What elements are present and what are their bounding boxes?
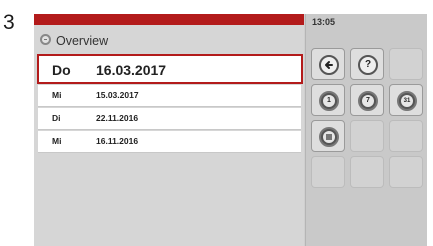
page-title: Overview xyxy=(56,34,109,48)
list-item[interactable]: Mi 16.11.2016 xyxy=(38,131,301,153)
empty-slot xyxy=(350,120,384,152)
empty-slot xyxy=(389,120,423,152)
step-number: 3 xyxy=(3,11,15,34)
panel-header: Overview xyxy=(34,30,304,51)
device-screen: Overview Do 16.03.2017 Mi 15.03.2017 Di … xyxy=(34,14,427,246)
help-button[interactable]: ? xyxy=(350,48,384,80)
empty-slot xyxy=(389,48,423,80)
list-item-day: Do xyxy=(52,62,71,78)
list-view-button[interactable] xyxy=(311,120,345,152)
list-item-date: 22.11.2016 xyxy=(96,113,139,123)
empty-slot xyxy=(389,156,423,188)
list-item[interactable]: Di 22.11.2016 xyxy=(38,108,301,130)
list-item-date: 15.03.2017 xyxy=(96,90,139,100)
list-item-day: Mi xyxy=(52,90,62,100)
accent-bar xyxy=(34,14,304,25)
overview-panel: Overview Do 16.03.2017 Mi 15.03.2017 Di … xyxy=(34,14,304,246)
calendar-month-icon: 31 xyxy=(397,91,417,111)
back-button[interactable] xyxy=(311,48,345,80)
calendar-week-icon: 7 xyxy=(358,91,378,111)
day-view-button[interactable]: 1 xyxy=(311,84,345,116)
month-view-button[interactable]: 31 xyxy=(389,84,423,116)
week-view-button[interactable]: 7 xyxy=(350,84,384,116)
list-item-date: 16.11.2016 xyxy=(96,136,139,146)
calendar-day-icon: 1 xyxy=(319,91,339,111)
list-item-day: Mi xyxy=(52,136,62,146)
button-sidebar: 13:05 ? 1 7 31 xyxy=(305,14,427,246)
question-icon: ? xyxy=(358,55,378,75)
empty-slot xyxy=(311,156,345,188)
list-item-selected[interactable]: Do 16.03.2017 xyxy=(37,54,303,84)
arrow-left-icon xyxy=(319,55,339,75)
empty-slot xyxy=(350,156,384,188)
list-icon xyxy=(319,127,339,147)
list-item-day: Di xyxy=(52,113,61,123)
list-item[interactable]: Mi 15.03.2017 xyxy=(38,85,301,107)
list-item-date: 16.03.2017 xyxy=(96,62,167,78)
overview-icon xyxy=(40,34,51,45)
clock: 13:05 xyxy=(312,17,336,27)
